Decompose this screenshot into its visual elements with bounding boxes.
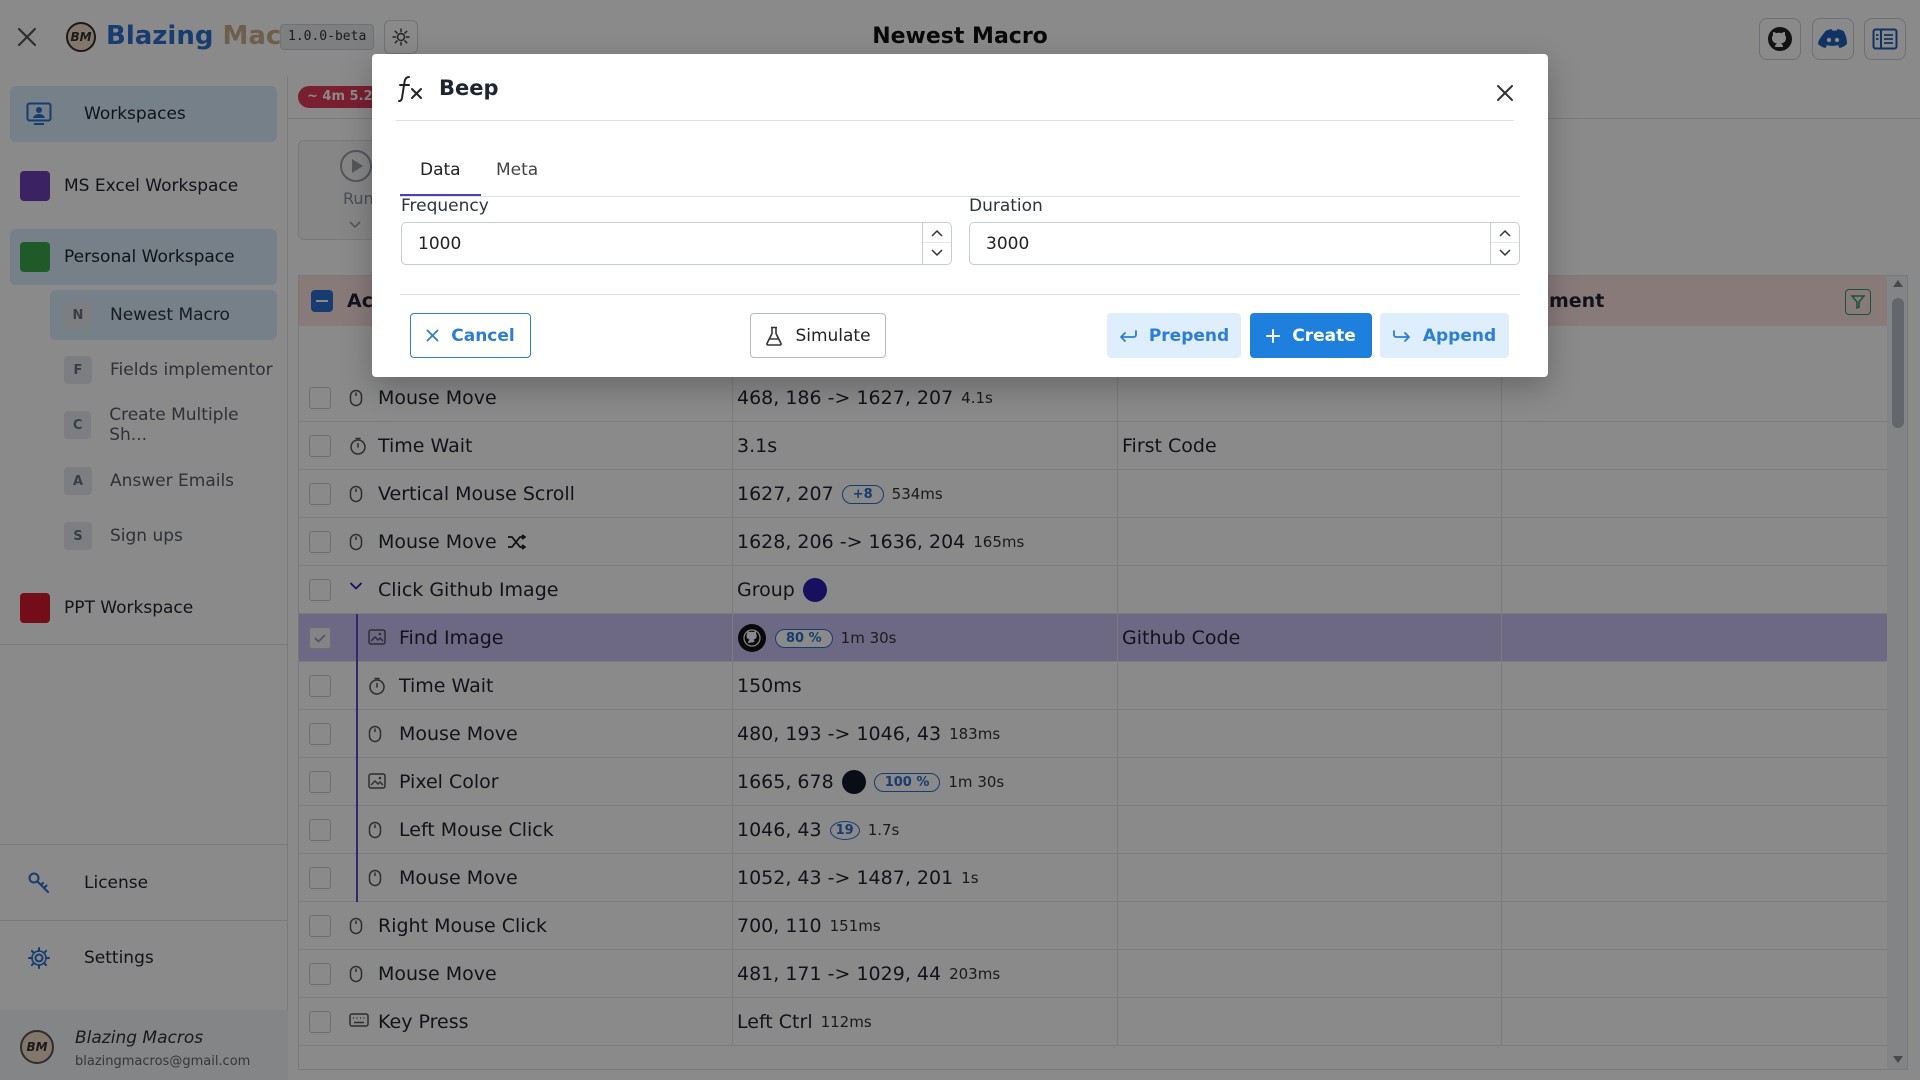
cancel-button[interactable]: Cancel [410, 313, 531, 358]
simulate-label: Simulate [795, 325, 871, 346]
frequency-value: 1000 [418, 234, 462, 254]
frequency-field[interactable]: 1000 [401, 222, 952, 265]
flask-icon [765, 326, 783, 346]
stepper-up-button[interactable] [923, 223, 951, 243]
frequency-label: Frequency [401, 196, 489, 216]
close-icon[interactable] [1496, 84, 1514, 102]
dialog-divider [400, 294, 1520, 295]
prepend-button[interactable]: Prepend [1107, 313, 1241, 358]
chevron-down-icon [1499, 249, 1511, 257]
stepper-down-button[interactable] [1491, 243, 1519, 263]
append-label: Append [1422, 325, 1497, 346]
dialog-title: Beep [439, 76, 499, 100]
duration-stepper [1490, 223, 1519, 264]
duration-value: 3000 [986, 234, 1030, 254]
tab-data[interactable]: Data [400, 150, 481, 196]
duration-label: Duration [969, 196, 1043, 216]
cancel-label: Cancel [451, 325, 515, 346]
frequency-stepper [922, 223, 951, 264]
prepend-label: Prepend [1148, 325, 1230, 346]
create-button[interactable]: Create [1250, 313, 1372, 358]
function-icon [396, 74, 426, 104]
plus-icon [1266, 328, 1281, 343]
append-button[interactable]: Append [1380, 313, 1509, 358]
chevron-down-icon [931, 249, 943, 257]
close-icon [426, 329, 439, 342]
stepper-up-button[interactable] [1491, 223, 1519, 243]
dialog-tabs: Data Meta [400, 150, 1520, 197]
stepper-down-button[interactable] [923, 243, 951, 263]
chevron-up-icon [931, 229, 943, 237]
tab-meta[interactable]: Meta [476, 150, 558, 196]
simulate-button[interactable]: Simulate [750, 313, 886, 358]
duration-field[interactable]: 3000 [969, 222, 1520, 265]
dialog-divider [396, 120, 1514, 121]
create-label: Create [1292, 325, 1356, 346]
arrow-return-right-icon [1392, 329, 1411, 343]
beep-dialog: Beep Data Meta Frequency 1000 Duration 3… [372, 54, 1548, 377]
arrow-return-left-icon [1119, 329, 1137, 343]
chevron-up-icon [1499, 229, 1511, 237]
